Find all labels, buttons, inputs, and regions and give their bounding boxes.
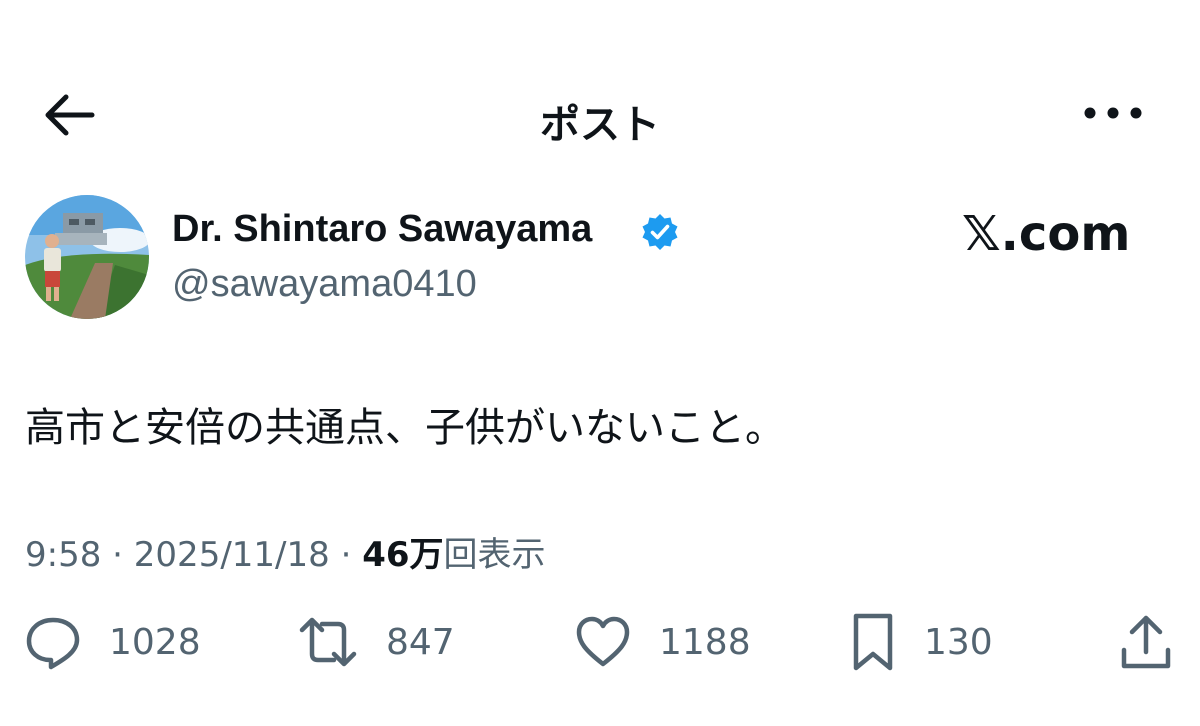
views-count[interactable]: 46万 (362, 535, 443, 575)
action-bar: 1028 847 1188 130 (0, 610, 1200, 680)
post-time[interactable]: 9:58 (25, 535, 101, 575)
author-name[interactable]: Dr. Shintaro Sawayama (172, 208, 592, 251)
post-date[interactable]: 2025/11/18 (134, 535, 330, 575)
x-com-watermark: 𝕏.com (962, 206, 1131, 262)
share-button[interactable] (1118, 610, 1174, 674)
page-title: ポスト (540, 102, 660, 148)
share-icon (1121, 615, 1171, 669)
repost-count: 847 (386, 621, 455, 663)
like-button[interactable]: 1188 (575, 610, 751, 674)
author-handle[interactable]: @sawayama0410 (172, 263, 477, 306)
bookmark-count: 130 (924, 621, 993, 663)
more-button[interactable] (1078, 98, 1148, 128)
avatar[interactable] (25, 195, 149, 319)
meta-separator: · (101, 535, 134, 575)
repost-icon (299, 617, 357, 667)
top-bar: ポスト (0, 70, 1200, 160)
more-horizontal-icon (1084, 107, 1142, 119)
reply-icon (26, 617, 80, 670)
reply-button[interactable]: 1028 (25, 610, 201, 674)
post-text: 高市と安倍の共通点、子供がいないこと。 (25, 405, 785, 451)
bookmark-icon (853, 613, 893, 671)
bookmark-button[interactable]: 130 (850, 610, 993, 674)
like-count: 1188 (659, 621, 751, 663)
post-meta: 9:58 · 2025/11/18 · 46万回表示 (25, 527, 546, 576)
heart-icon (576, 616, 630, 667)
verified-badge-icon (642, 214, 678, 250)
repost-button[interactable]: 847 (298, 610, 455, 674)
views-label: 回表示 (443, 535, 546, 575)
reply-count: 1028 (109, 621, 201, 663)
meta-separator: · (329, 535, 363, 575)
